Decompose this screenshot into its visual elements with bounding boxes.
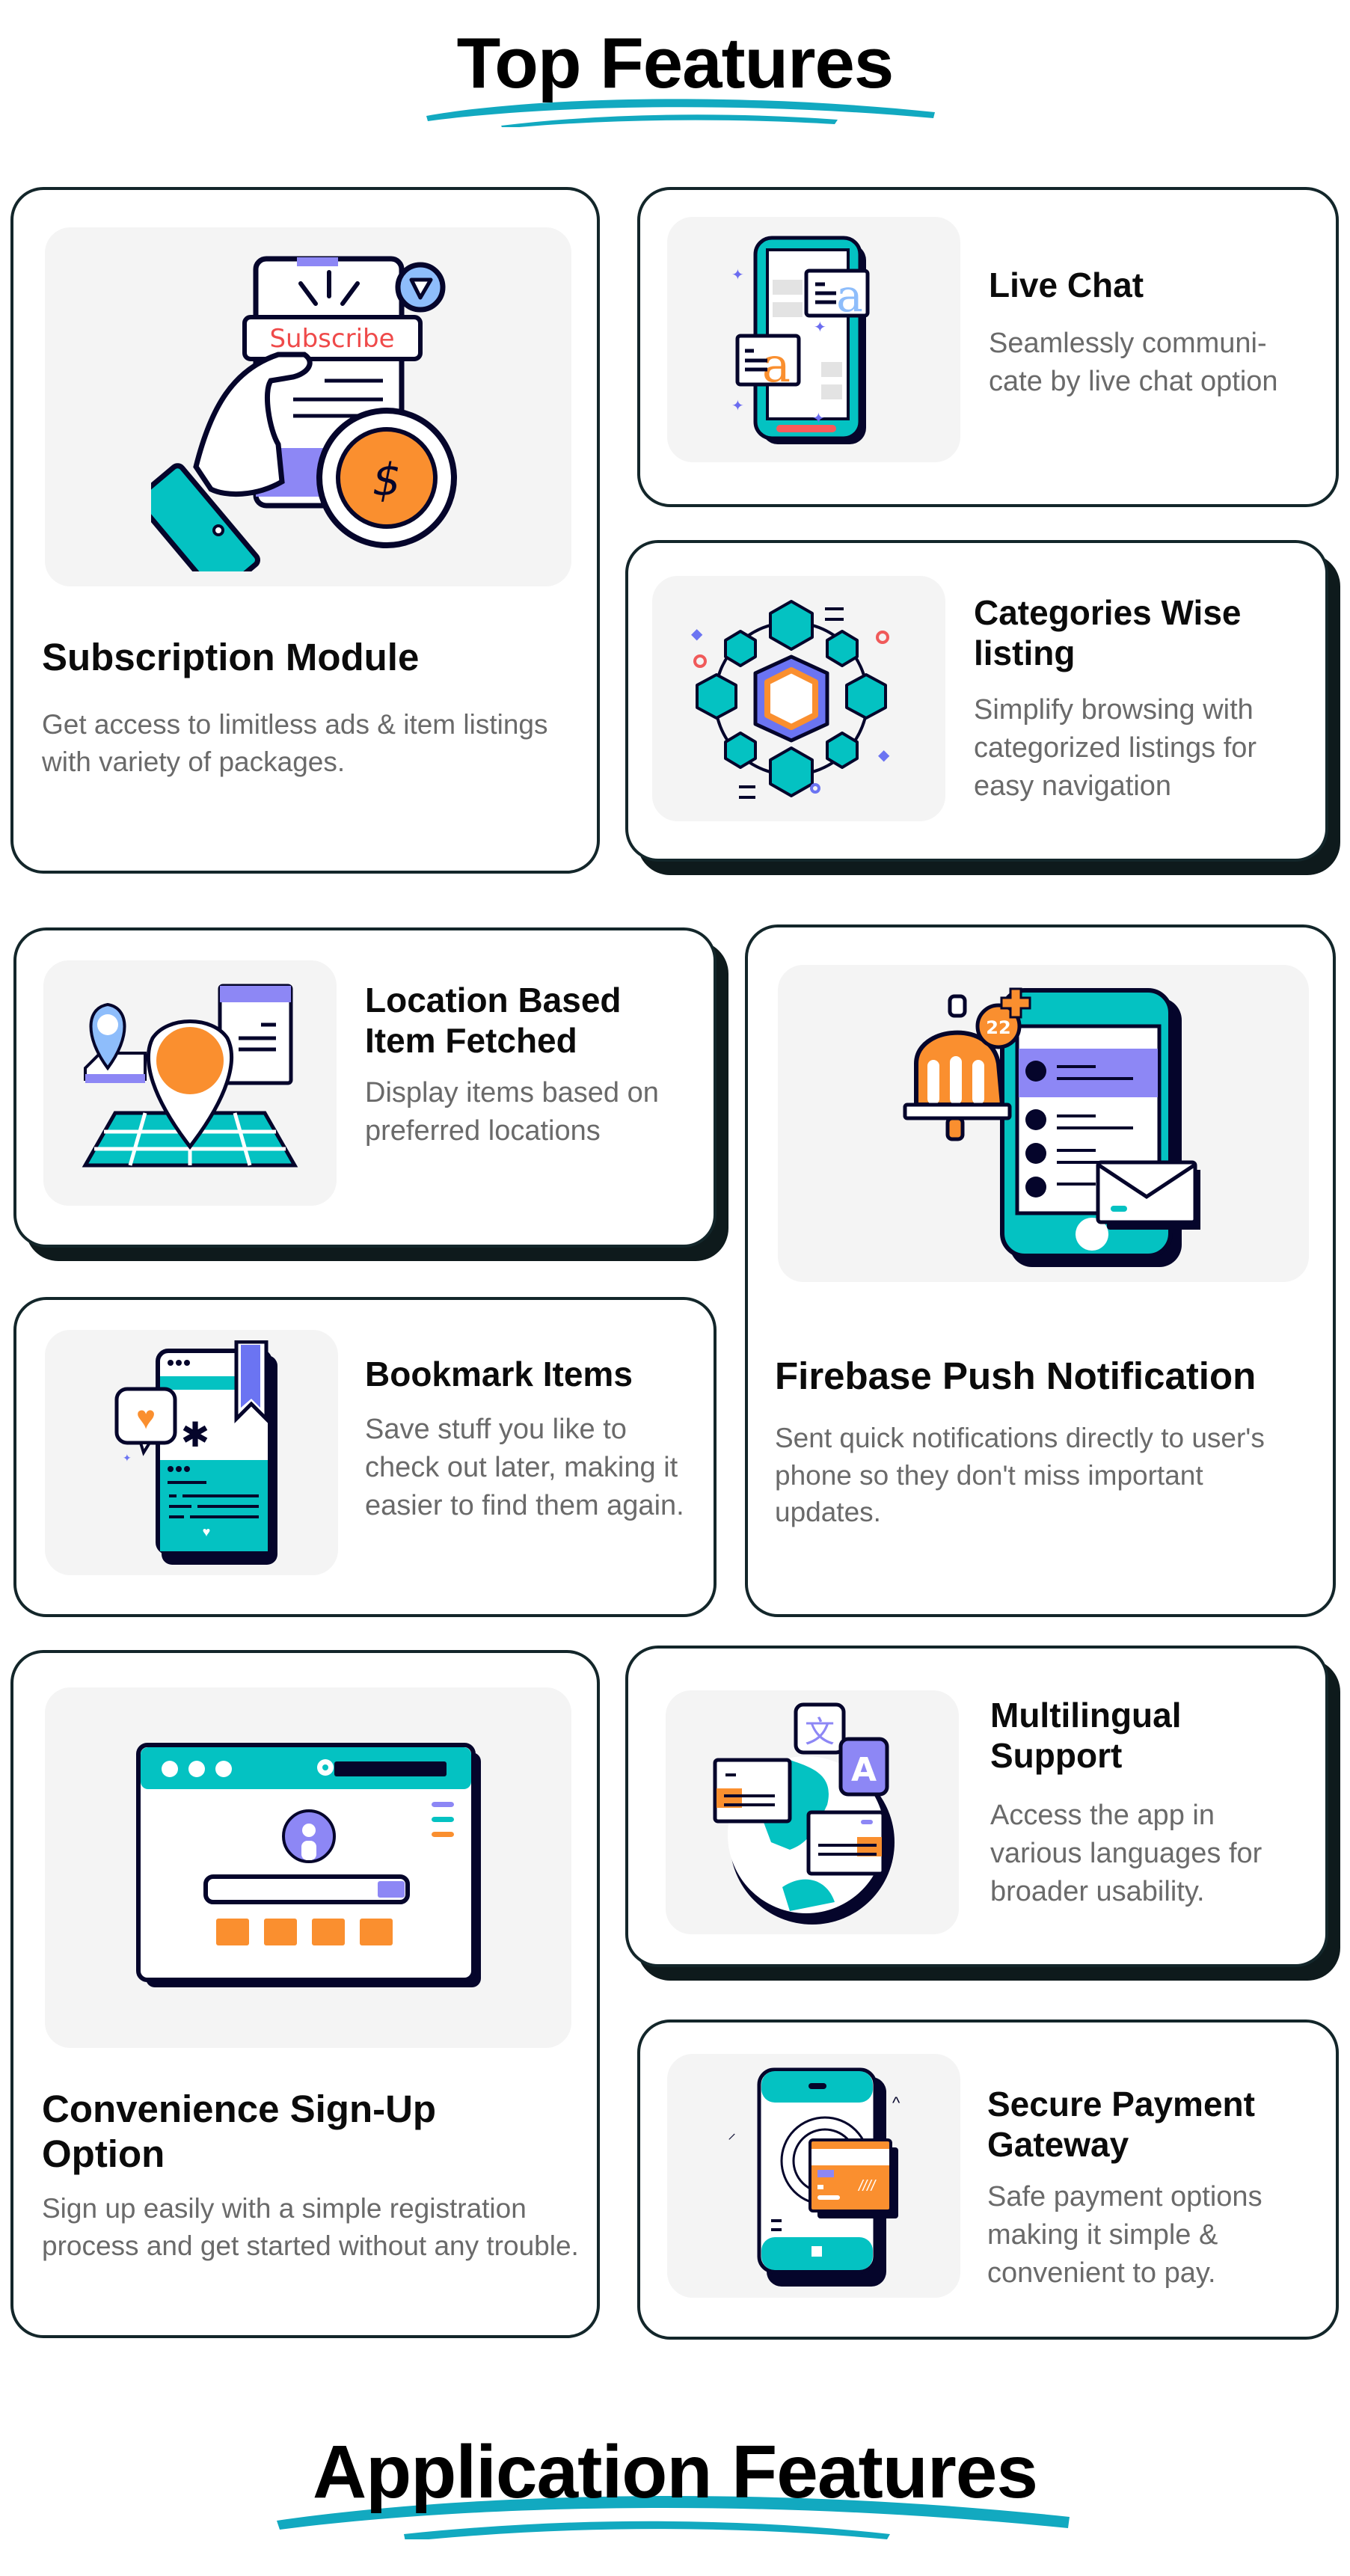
feature-title: Firebase Push Notification <box>775 1355 1257 1397</box>
feature-card-multilingual: 文 A Multilingual Support Access the app … <box>625 1646 1328 1967</box>
location-pin-map-illustration <box>82 984 298 1168</box>
notification-bell-phone-illustration: 22 <box>903 987 1200 1267</box>
feature-title: Live Chat <box>989 266 1144 304</box>
application-features-heading: Application Features <box>0 2429 1350 2515</box>
svg-text:⸝: ⸝ <box>728 2123 736 2142</box>
feature-description: Sign up easily with a simple registratio… <box>42 2193 579 2261</box>
feature-title: Secure Payment Gateway <box>987 2085 1255 2165</box>
bookmark-phone-illustration: ♥ ♥ ✱ ✦ <box>114 1340 277 1565</box>
feature-description: Access the app in various languages for … <box>990 1800 1262 1907</box>
payment-card-phone-illustration: //// ⸝ ^ <box>728 2067 900 2287</box>
category-hexagon-illustration: ◆ ◆ <box>691 600 890 799</box>
svg-text:a: a <box>762 338 791 393</box>
illustration-panel <box>43 960 337 1206</box>
svg-text:^: ^ <box>892 2094 900 2112</box>
illustration-panel: 文 A <box>666 1690 959 1934</box>
feature-title: Bookmark Items <box>365 1355 633 1393</box>
svg-text:✦: ✦ <box>812 411 825 427</box>
feature-title: Convenience Sign-Up Option <box>42 2088 437 2176</box>
illustration-panel: Subscribe $ <box>45 227 571 586</box>
chinese-glyph-icon: 文 <box>805 1715 835 1749</box>
svg-text:♥: ♥ <box>203 1524 211 1539</box>
feature-description: Seamlessly communi-cate by live chat opt… <box>989 328 1278 397</box>
feature-description: Simplify browsing with categorized listi… <box>974 694 1257 802</box>
feature-card-location: Location Based Item Fetched Display item… <box>13 927 717 1248</box>
illustration-panel: ♥ ♥ ✱ ✦ <box>45 1330 338 1575</box>
feature-card-push-notification: 22 Firebase Push Notification Sent quick… <box>745 924 1336 1617</box>
subscribe-label: Subscribe <box>269 324 394 354</box>
latin-glyph-icon: A <box>851 1751 877 1789</box>
feature-title: Categories Wise listing <box>974 593 1242 673</box>
top-features-heading-text: Top Features <box>456 23 895 103</box>
svg-text:✱: ✱ <box>181 1415 210 1454</box>
illustration-panel: a a ✦ ✦ ✦ ✦ <box>667 217 960 462</box>
svg-text:$: $ <box>372 454 401 506</box>
svg-text:✦: ✦ <box>731 267 744 283</box>
svg-text:♥: ♥ <box>136 1399 156 1436</box>
feature-card-payment: //// ⸝ ^ Secure Payment Gateway Safe pay… <box>637 2020 1339 2340</box>
feature-title: Subscription Module <box>42 636 420 678</box>
feature-card-bookmark: ♥ ♥ ✱ ✦ Bookmark Items Save stuff you li… <box>13 1297 717 1617</box>
illustration-panel: ◆ ◆ <box>652 576 945 821</box>
svg-text:◆: ◆ <box>878 747 890 764</box>
svg-text:✦: ✦ <box>123 1452 132 1464</box>
feature-card-live-chat: a a ✦ ✦ ✦ ✦ Live Chat Seamlessly communi… <box>637 187 1339 507</box>
svg-text:////: //// <box>857 2178 877 2195</box>
feature-card-signup: Convenience Sign-Up Option Sign up easil… <box>10 1650 600 2338</box>
feature-description: Safe payment options making it simple & … <box>987 2181 1262 2289</box>
subscribe-phone-illustration: Subscribe $ <box>151 256 457 571</box>
illustration-panel <box>45 1687 571 2048</box>
svg-text:◆: ◆ <box>691 626 703 643</box>
svg-text:a: a <box>836 270 863 322</box>
svg-text:✦: ✦ <box>814 319 826 336</box>
feature-title: Multilingual Support <box>990 1696 1182 1776</box>
feature-card-categories: ◆ ◆ Categories Wise listing Simplify bro… <box>625 540 1328 862</box>
feature-description: Save stuff you like to check out later, … <box>365 1414 684 1521</box>
feature-card-subscription: Subscribe $ Subscription Module Get acce… <box>10 187 600 874</box>
translate-globe-illustration: 文 A <box>713 1702 895 1925</box>
feature-description: Display items based on preferred locatio… <box>365 1077 659 1147</box>
application-features-heading-text: Application Features <box>312 2430 1038 2514</box>
signup-browser-illustration <box>136 1743 481 1987</box>
feature-description: Get access to limitless ads & item listi… <box>42 709 548 777</box>
chat-phone-illustration: a a ✦ ✦ ✦ ✦ <box>731 236 870 444</box>
notification-badge-count: 22 <box>986 1017 1010 1038</box>
top-features-heading: Top Features <box>0 22 1350 105</box>
feature-title: Location Based Item Fetched <box>365 981 622 1061</box>
svg-text:✦: ✦ <box>731 398 744 414</box>
feature-description: Sent quick notifications directly to use… <box>775 1423 1265 1528</box>
illustration-panel: //// ⸝ ^ <box>667 2054 960 2298</box>
illustration-panel: 22 <box>778 965 1309 1282</box>
